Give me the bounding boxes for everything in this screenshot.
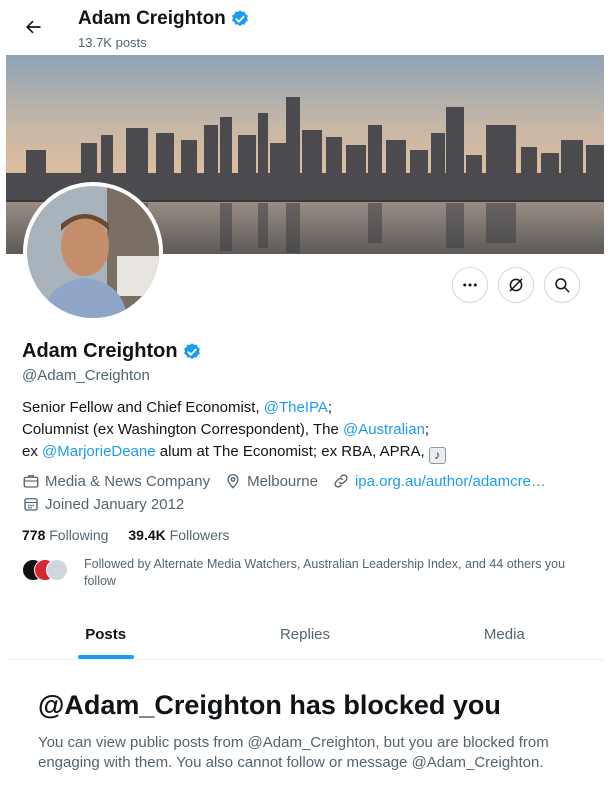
verified-badge-icon [231, 10, 248, 27]
following-count: 778 [22, 527, 46, 543]
bio-text: ex [22, 443, 43, 460]
header-name: Adam Creighton [78, 8, 226, 29]
briefcase-icon [23, 475, 39, 488]
search-icon [555, 278, 570, 293]
followed-by-text: Followed by Alternate Media Watchers, Au… [84, 557, 566, 588]
profile-joined: Joined January 2012 [22, 495, 184, 513]
bio-text: ; [327, 399, 333, 416]
verified-badge-icon[interactable] [182, 342, 202, 362]
profile-bio: Senior Fellow and Chief Economist, @TheI… [22, 397, 582, 464]
bio-text: alum at The Economist; ex RBA, APRA, [155, 443, 429, 460]
bio-text: Columnist (ex Washington Correspondent),… [22, 421, 343, 438]
profile-tabs: Posts Replies Media [6, 610, 604, 660]
bio-text: ; [424, 421, 430, 438]
blocked-message: You can view public posts from @Adam_Cre… [38, 734, 549, 771]
header-title: Adam Creighton [78, 8, 250, 30]
more-icon [463, 283, 477, 287]
bio-mention-link[interactable]: @Australian [343, 421, 425, 438]
profile-website[interactable]: ipa.org.au/author/adamcre… [332, 472, 546, 490]
more-button[interactable] [452, 267, 488, 303]
profile-page: Adam Creighton 13.7K posts Adam Creighto… [6, 0, 604, 792]
profile-meta: Media & News Company Melbourne ipa.org.a… [22, 470, 560, 516]
joined-label: Joined January 2012 [45, 495, 185, 513]
bio-mention-link[interactable]: @MarjorieDeane [42, 443, 156, 460]
profile-display-name: Adam Creighton [22, 340, 202, 363]
tab-media[interactable]: Media [405, 610, 604, 659]
following-link[interactable]: 778 Following [22, 527, 108, 543]
profile-category: Media & News Company [22, 472, 210, 490]
profile-avatar[interactable] [23, 182, 163, 322]
location-label: Melbourne [247, 472, 318, 490]
follower-avatar [46, 559, 68, 581]
link-icon [334, 474, 348, 488]
grok-icon [509, 278, 523, 292]
category-label: Media & News Company [45, 472, 211, 490]
profile-actions [452, 267, 580, 303]
music-score-emoji-icon: ♪ [428, 447, 446, 464]
follow-stats: 778 Following 39.4K Followers [22, 527, 230, 543]
back-button[interactable] [18, 12, 48, 42]
profile-handle: @Adam_Creighton [22, 367, 150, 384]
tab-replies[interactable]: Replies [205, 610, 404, 659]
calendar-icon [24, 498, 38, 511]
bio-mention-link[interactable]: @TheIPA [264, 399, 328, 416]
website-link[interactable]: ipa.org.au/author/adamcre… [355, 473, 546, 490]
profile-header: Adam Creighton 13.7K posts [6, 0, 604, 55]
profile-location: Melbourne [224, 472, 318, 490]
grok-button[interactable] [498, 267, 534, 303]
following-label: Following [49, 527, 109, 543]
followers-link[interactable]: 39.4K Followers [128, 527, 229, 543]
followed-by[interactable]: Followed by Alternate Media Watchers, Au… [22, 556, 582, 590]
header-post-count: 13.7K posts [78, 35, 147, 50]
blocked-title: @Adam_Creighton has blocked you [38, 690, 501, 720]
bio-text: Senior Fellow and Chief Economist, [22, 399, 264, 416]
tab-posts[interactable]: Posts [6, 610, 205, 659]
followers-count: 39.4K [128, 527, 166, 543]
search-button[interactable] [544, 267, 580, 303]
avatar-image [27, 186, 159, 318]
follower-avatars [22, 559, 74, 583]
location-pin-icon [227, 474, 239, 489]
followers-label: Followers [169, 527, 230, 543]
arrow-left-icon [26, 20, 41, 34]
display-name: Adam Creighton [22, 340, 178, 362]
